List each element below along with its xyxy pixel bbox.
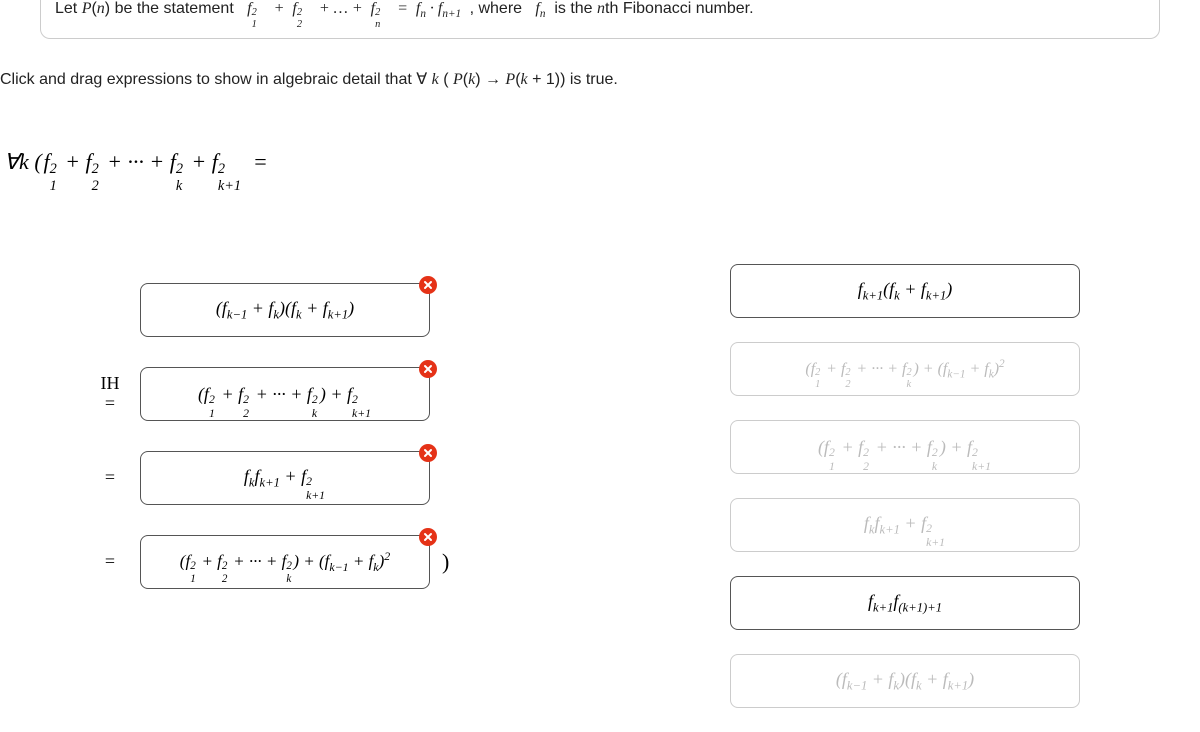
pool-expression[interactable]: fk+1(fk + fk+1) [730, 264, 1080, 318]
expression-text: (f12 + f22 + ··· + fk2) + fk+12 [818, 437, 992, 458]
drop-slot[interactable]: (f12 + f22 + ··· + fk2) + (fk−1 + fk)2 [140, 535, 430, 589]
expression-text: fk+1(fk + fk+1) [858, 279, 953, 304]
slot-expression: (fk−1 + fk)(fk + fk+1) [216, 298, 354, 323]
text: P [82, 0, 92, 17]
text: is the [550, 0, 597, 17]
drop-slot[interactable]: fkfk+1 + fk+12 [140, 451, 430, 505]
expression-text: (fk−1 + fk)(fk + fk+1) [836, 669, 974, 694]
text: , where [465, 0, 531, 17]
pool-expression[interactable]: (f12 + f22 + ··· + fk2) + fk+12 [730, 420, 1080, 474]
text: Click and drag expressions to show in al… [0, 71, 432, 88]
text: k [432, 71, 439, 88]
slot-expression: (f12 + f22 + ··· + fk2) + (fk−1 + fk)2 [180, 549, 390, 575]
remove-icon[interactable] [419, 444, 437, 462]
instruction-text: Click and drag expressions to show in al… [0, 39, 1200, 89]
pool-expression[interactable]: fk+1f(k+1)+1 [730, 576, 1080, 630]
expression-text: (f12 + f22 + ··· + fk2) + (fk−1 + fk)2 [805, 358, 1004, 381]
expression-text: fkfk+1 + fk+12 [864, 513, 946, 538]
problem-statement-box: Let P(n) be the statement f12 + f22 + … … [40, 0, 1160, 39]
drop-slot[interactable]: (fk−1 + fk)(fk + fk+1) [140, 283, 430, 337]
text: P [505, 71, 515, 88]
text: ) be the statement [105, 0, 243, 17]
pool-expression[interactable]: (f12 + f22 + ··· + fk2) + (fk−1 + fk)2 [730, 342, 1080, 396]
text: fn [535, 0, 545, 17]
pool-expression[interactable]: (fk−1 + fk)(fk + fk+1) [730, 654, 1080, 708]
text: P [453, 71, 463, 88]
problem-statement: Let P(n) be the statement f12 + f22 + … … [55, 0, 1145, 20]
text: ) → [475, 71, 505, 88]
drop-slot[interactable]: (f12 + f22 + ··· + fk2) + fk+12 [140, 367, 430, 421]
text: + 1)) is true. [528, 71, 618, 88]
slot-expression: fkfk+1 + fk+12 [244, 466, 326, 491]
text: th Fibonacci number. [605, 0, 754, 17]
step-label: IH= [80, 374, 140, 414]
text: n [97, 0, 105, 17]
remove-icon[interactable] [419, 360, 437, 378]
pool-expression[interactable]: fkfk+1 + fk+12 [730, 498, 1080, 552]
work-area: ∀k ( f12 + f22 + ··· + fk2 + fk+12 = (fk… [0, 89, 1200, 175]
proof-step: = (f12 + f22 + ··· + fk2) + (fk−1 + fk)2… [80, 531, 449, 593]
expression-pool: fk+1(fk + fk+1) (f12 + f22 + ··· + fk2) … [730, 264, 1080, 732]
text: k [521, 71, 528, 88]
text: n [597, 0, 605, 17]
proof-step: (fk−1 + fk)(fk + fk+1) [80, 279, 449, 341]
proof-lhs: ∀k ( f12 + f22 + ··· + fk2 + fk+12 = [0, 149, 1200, 175]
step-label: = [80, 552, 140, 572]
proof-steps: (fk−1 + fk)(fk + fk+1) IH= (f12 + f22 + … [80, 279, 449, 615]
slot-expression: (f12 + f22 + ··· + fk2) + fk+12 [198, 384, 372, 405]
expression-text: fk+1f(k+1)+1 [868, 591, 942, 616]
step-label: = [80, 468, 140, 488]
proof-step: IH= (f12 + f22 + ··· + fk2) + fk+12 [80, 363, 449, 425]
remove-icon[interactable] [419, 276, 437, 294]
remove-icon[interactable] [419, 528, 437, 546]
proof-step: = fkfk+1 + fk+12 [80, 447, 449, 509]
text: ( [443, 71, 448, 88]
text: Let [55, 0, 82, 17]
closing-paren: ) [430, 549, 449, 575]
equation: f12 + f22 + … + fn2 = fn · fn+1 [247, 0, 465, 17]
